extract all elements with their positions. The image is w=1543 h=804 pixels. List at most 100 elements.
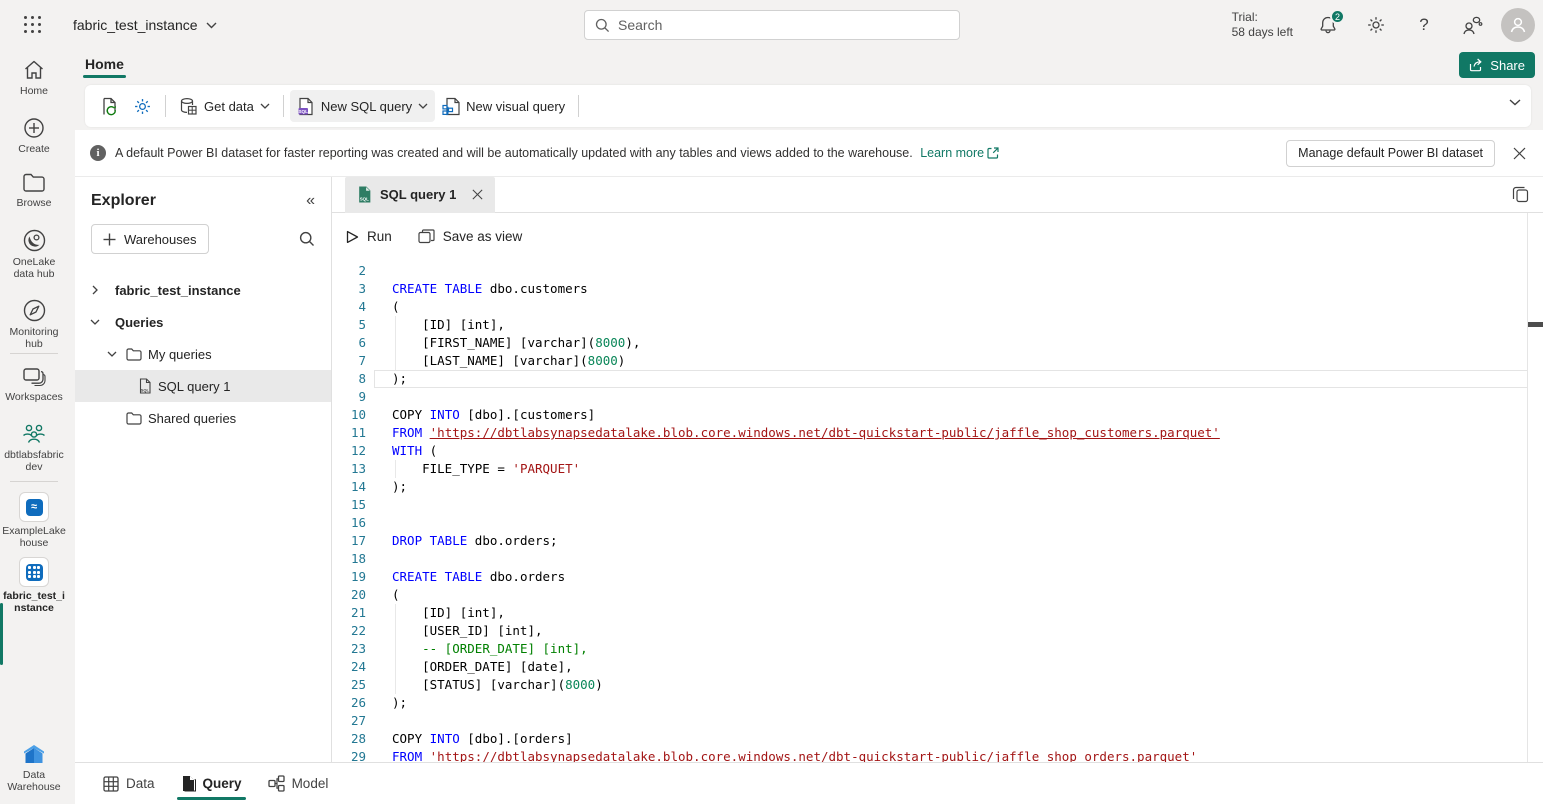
nav-workspaces[interactable]: Workspaces (0, 365, 68, 403)
code-line[interactable]: 25 [STATUS] [varchar](8000) (332, 676, 1543, 694)
code-line[interactable]: 16 (332, 514, 1543, 532)
feedback-button[interactable] (1453, 6, 1491, 44)
code-line[interactable]: 7 [LAST_NAME] [varchar](8000) (332, 352, 1543, 370)
code-line[interactable]: 18 (332, 550, 1543, 568)
run-button[interactable]: Run (346, 229, 392, 244)
line-number: 16 (332, 514, 366, 532)
toolbar: Get data SQL New SQL query New visual qu… (85, 85, 1531, 127)
tree-item-my-queries[interactable]: My queries (75, 338, 331, 370)
nav-data-warehouse[interactable]: Data Warehouse (0, 742, 68, 793)
code-line[interactable]: 29FROM 'https://dbtlabsynapsedatalake.bl… (332, 748, 1543, 762)
code-line[interactable]: 19CREATE TABLE dbo.orders (332, 568, 1543, 586)
help-button[interactable]: ? (1405, 6, 1443, 44)
chevron-right-icon[interactable] (89, 285, 101, 295)
workspace-switcher[interactable]: fabric_test_instance (73, 17, 217, 33)
code-line[interactable]: 22 [USER_ID] [int], (332, 622, 1543, 640)
nav-item-examplelakehouse[interactable]: ≈ ExampleLakehouse (0, 492, 68, 549)
code-line[interactable]: 27 (332, 712, 1543, 730)
nav-monitoring-hub[interactable]: Monitoring hub (0, 298, 68, 350)
line-number: 29 (332, 748, 366, 762)
avatar[interactable] (1501, 8, 1535, 42)
scrollbar-marker[interactable] (1528, 322, 1543, 327)
view-tab-data[interactable]: Data (97, 763, 161, 804)
code-line[interactable]: 6 [FIRST_NAME] [varchar](8000), (332, 334, 1543, 352)
code-line[interactable]: 8); (332, 370, 1543, 388)
chevron-down-icon[interactable] (106, 351, 118, 357)
code-line[interactable]: 26); (332, 694, 1543, 712)
code-line[interactable]: 10COPY INTO [dbo].[customers] (332, 406, 1543, 424)
folder-icon (126, 412, 142, 425)
tree-item-shared-queries[interactable]: Shared queries (75, 402, 331, 434)
code-line[interactable]: 9 (332, 388, 1543, 406)
query-editor: SQL SQL query 1 Run Save as view 23CREAT… (332, 177, 1543, 762)
code-line[interactable]: 13 FILE_TYPE = 'PARQUET' (332, 460, 1543, 478)
app-launcher-icon[interactable] (11, 3, 55, 47)
fabric-workspace-page: { "app": { "workspace_name": "fabric_tes… (0, 0, 1543, 804)
collapse-panel-icon[interactable]: « (306, 192, 315, 210)
tree-item-warehouse[interactable]: fabric_test_instance (75, 274, 331, 306)
visual-query-icon (442, 97, 460, 116)
code-area[interactable]: 23CREATE TABLE dbo.customers4(5 [ID] [in… (332, 260, 1543, 762)
banner-close-button[interactable] (1507, 141, 1531, 165)
nav-workspace-dbtlabsfabricdev[interactable]: dbtlabsfabricdev (0, 422, 68, 473)
svg-text:SQL: SQL (360, 196, 369, 201)
view-tab-query[interactable]: Query (175, 763, 248, 804)
code-line[interactable]: 14); (332, 478, 1543, 496)
code-line[interactable]: 20( (332, 586, 1543, 604)
tab-close-button[interactable] (472, 189, 483, 200)
nav-onelake-data-hub[interactable]: OneLake data hub (0, 228, 68, 280)
new-sql-query-button[interactable]: SQL New SQL query (290, 90, 435, 122)
settings-button[interactable] (1357, 6, 1395, 44)
query-doc-icon (181, 775, 196, 792)
nav-item-fabric-test-instance[interactable]: fabric_test_instance (0, 557, 68, 614)
line-number: 10 (332, 406, 366, 424)
code-line[interactable]: 2 (332, 262, 1543, 280)
copy-icon[interactable] (1512, 185, 1529, 203)
explorer-search-icon[interactable] (299, 231, 315, 247)
folder-icon (126, 348, 142, 361)
code-line[interactable]: 15 (332, 496, 1543, 514)
share-button[interactable]: Share (1459, 52, 1535, 78)
nav-browse[interactable]: Browse (0, 172, 68, 209)
tab-sql-query-1[interactable]: SQL SQL query 1 (345, 177, 495, 213)
tree-item-queries[interactable]: Queries (75, 306, 331, 338)
tree-item-sql-query-1[interactable]: SQL SQL query 1 (75, 370, 331, 402)
workspaces-icon (22, 365, 47, 388)
new-visual-query-label: New visual query (466, 99, 565, 114)
share-label: Share (1490, 58, 1525, 73)
tab-home[interactable]: Home (83, 52, 126, 80)
tree-shared-queries-label: Shared queries (148, 411, 236, 426)
monitoring-icon (22, 298, 47, 323)
code-line[interactable]: 4( (332, 298, 1543, 316)
view-tab-model[interactable]: Model (262, 763, 335, 804)
ribbon-collapse-button[interactable] (1509, 99, 1521, 106)
code-line[interactable]: 12WITH ( (332, 442, 1543, 460)
search-icon (595, 18, 610, 33)
line-number: 24 (332, 658, 366, 676)
chevron-down-icon[interactable] (89, 319, 101, 325)
code-line[interactable]: 24 [ORDER_DATE] [date], (332, 658, 1543, 676)
notifications-button[interactable]: 2 (1309, 6, 1347, 44)
code-line[interactable]: 21 [ID] [int], (332, 604, 1543, 622)
manage-default-dataset-button[interactable]: Manage default Power BI dataset (1286, 140, 1495, 167)
refresh-semantic-model-button[interactable] (93, 90, 126, 122)
warehouse-settings-button[interactable] (126, 90, 159, 122)
new-visual-query-button[interactable]: New visual query (435, 90, 572, 122)
nav-home[interactable]: Home (0, 58, 68, 97)
code-line[interactable]: 3CREATE TABLE dbo.customers (332, 280, 1543, 298)
search-input[interactable]: Search (584, 10, 960, 40)
line-number: 21 (332, 604, 366, 622)
nav-create[interactable]: Create (0, 116, 68, 155)
code-line[interactable]: 11FROM 'https://dbtlabsynapsedatalake.bl… (332, 424, 1543, 442)
learn-more-link[interactable]: Learn more (920, 146, 999, 160)
get-data-button[interactable]: Get data (172, 90, 277, 122)
save-as-view-label: Save as view (443, 229, 523, 244)
code-line[interactable]: 5 [ID] [int], (332, 316, 1543, 334)
code-line[interactable]: 28COPY INTO [dbo].[orders] (332, 730, 1543, 748)
add-warehouses-button[interactable]: Warehouses (91, 224, 209, 254)
explorer-title: Explorer (91, 192, 156, 210)
code-line[interactable]: 23 -- [ORDER_DATE] [int], (332, 640, 1543, 658)
code-line[interactable]: 17DROP TABLE dbo.orders; (332, 532, 1543, 550)
save-as-view-button[interactable]: Save as view (418, 229, 523, 244)
warehouses-label: Warehouses (124, 232, 197, 247)
